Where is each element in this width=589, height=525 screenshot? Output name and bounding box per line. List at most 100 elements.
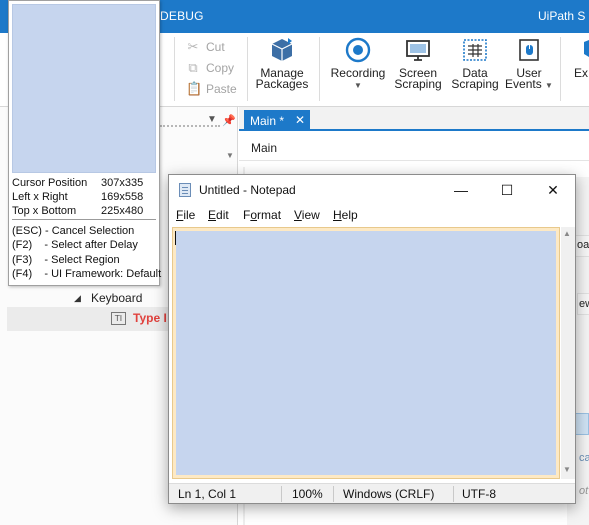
manage-packages-label-2: Packages [255, 77, 309, 91]
paste-label: Paste [206, 82, 237, 96]
activity-fragment: ew [579, 298, 589, 310]
copy-label: Copy [206, 61, 235, 75]
notepad-icon [179, 183, 191, 197]
record-icon [345, 37, 371, 63]
maximize-icon[interactable]: ☐ [484, 175, 530, 205]
menu-format-rest: rmat [257, 208, 282, 222]
copy-button[interactable]: ⧉ Copy [186, 58, 234, 78]
copy-icon: ⧉ [188, 60, 198, 75]
vertical-scrollbar[interactable]: ▲ ▼ [561, 227, 575, 479]
debug-tab[interactable]: DEBUG [160, 9, 204, 23]
menu-help-mnemonic: H [333, 208, 342, 222]
tab-main-label: Main * [250, 114, 285, 128]
chevron-down-icon: ▼ [354, 81, 362, 90]
chevron-down-icon: ▼ [545, 81, 553, 90]
scroll-down-icon[interactable]: ▼ [563, 465, 571, 474]
cursor-position-label: Cursor Position [12, 177, 88, 189]
menu-view-rest: iew [301, 208, 320, 222]
table-grid-icon [463, 39, 487, 61]
pin-icon[interactable]: 📌 [222, 114, 236, 127]
export-icon [584, 40, 589, 57]
selection-info-overlay: Cursor Position 307x335 Left x Right 169… [8, 0, 161, 286]
chevron-down-icon[interactable]: ▼ [207, 114, 217, 125]
recording-button[interactable]: Recording ▼ [329, 36, 387, 91]
paste-button[interactable]: 📋 Paste [186, 79, 237, 99]
scissors-icon: ✂ [187, 39, 199, 54]
menu-view[interactable]: View [294, 208, 320, 222]
top-bottom-value: 225x480 [101, 205, 144, 217]
shortcut-esc: (ESC) - Cancel Selection [12, 225, 135, 237]
magnifier-preview [12, 4, 156, 173]
status-separator [333, 486, 334, 502]
ribbon-separator [560, 37, 561, 101]
notepad-menu-bar: File Edit Format View Help [169, 205, 575, 225]
type-into-label: Type I [133, 311, 167, 325]
status-line-endings: Windows (CRLF) [343, 487, 435, 501]
screen-scraping-label-2: Scraping [394, 77, 442, 91]
monitor-icon [406, 40, 430, 61]
status-separator [453, 486, 454, 502]
clipboard-icon: 📋 [186, 81, 203, 96]
shortcut-f2: (F2) - Select after Delay [12, 239, 138, 251]
ribbon-separator [247, 37, 248, 101]
menu-edit[interactable]: Edit [208, 208, 229, 222]
menu-help-rest: elp [341, 208, 358, 222]
breadcrumb: Main [239, 133, 589, 161]
scroll-indicator-icon[interactable]: ▼ [226, 151, 234, 160]
status-encoding: UTF-8 [462, 487, 496, 501]
notepad-title: Untitled - Notepad [199, 183, 296, 197]
screen-scraping-button[interactable]: Screen Scraping [393, 36, 443, 90]
data-scraping-label-2: Scraping [451, 77, 499, 91]
notepad-text-area[interactable] [172, 227, 560, 479]
package-icon [271, 38, 293, 61]
uipath-studio-window: DEBUG UiPath S ✂ Cut ⧉ Copy 📋 Paste Mana [0, 0, 589, 525]
menu-edit-mnemonic: E [208, 208, 217, 222]
user-events-label-2: Events [505, 77, 542, 91]
keyboard-label: Keyboard [91, 291, 143, 305]
ribbon-separator [174, 37, 175, 101]
status-separator [281, 486, 282, 502]
status-zoom: 100% [292, 487, 323, 501]
close-icon[interactable]: ✕ [530, 175, 576, 205]
export-button[interactable]: Ex [570, 36, 589, 79]
cut-button[interactable]: ✂ Cut [186, 37, 225, 57]
shortcut-f3: (F3) - Select Region [12, 254, 120, 266]
menu-view-mnemonic: V [294, 208, 302, 222]
activity-fragment: oa [577, 239, 589, 251]
data-scraping-button[interactable]: Data Scraping [450, 36, 500, 90]
tab-main[interactable]: Main * ✕ [244, 110, 310, 131]
cursor-position-value: 307x335 [101, 177, 144, 189]
notepad-status-bar: Ln 1, Col 1 100% Windows (CRLF) UTF-8 [169, 483, 575, 503]
export-label: Ex [574, 66, 589, 80]
overlay-divider [12, 219, 156, 220]
mouse-keyboard-icon [519, 39, 539, 61]
left-right-label: Left x Right [12, 191, 68, 203]
ribbon-separator [319, 37, 320, 101]
minimize-icon[interactable]: — [438, 175, 484, 205]
breadcrumb-main[interactable]: Main [251, 141, 277, 155]
activity-fragment: ca [579, 452, 589, 464]
recording-label: Recording [330, 66, 386, 80]
left-right-value: 169x558 [101, 191, 144, 203]
status-position: Ln 1, Col 1 [178, 487, 237, 501]
menu-file[interactable]: File [176, 208, 195, 222]
menu-format[interactable]: Format [243, 208, 281, 222]
menu-help[interactable]: Help [333, 208, 358, 222]
notepad-window[interactable]: Untitled - Notepad — ☐ ✕ File Edit Forma… [168, 174, 576, 504]
cut-label: Cut [206, 40, 225, 54]
scroll-up-icon[interactable]: ▲ [563, 229, 571, 238]
top-bottom-label: Top x Bottom [12, 205, 77, 217]
manage-packages-button[interactable]: Manage Packages [254, 36, 310, 90]
type-into-icon: TI [111, 312, 126, 325]
document-tabs: Main * ✕ [239, 107, 589, 131]
menu-file-rest: ile [183, 208, 196, 222]
close-icon[interactable]: ✕ [295, 113, 305, 127]
user-events-button[interactable]: User Events ▼ [505, 36, 553, 91]
element-selection-highlight [176, 231, 556, 475]
menu-edit-rest: dit [216, 208, 229, 222]
collapse-triangle-icon[interactable]: ◢ [74, 293, 81, 304]
text-caret [175, 231, 176, 245]
activity-fragment: ot [579, 485, 589, 497]
app-title: UiPath S [538, 9, 586, 23]
notepad-title-bar[interactable]: Untitled - Notepad — ☐ ✕ [169, 175, 575, 205]
